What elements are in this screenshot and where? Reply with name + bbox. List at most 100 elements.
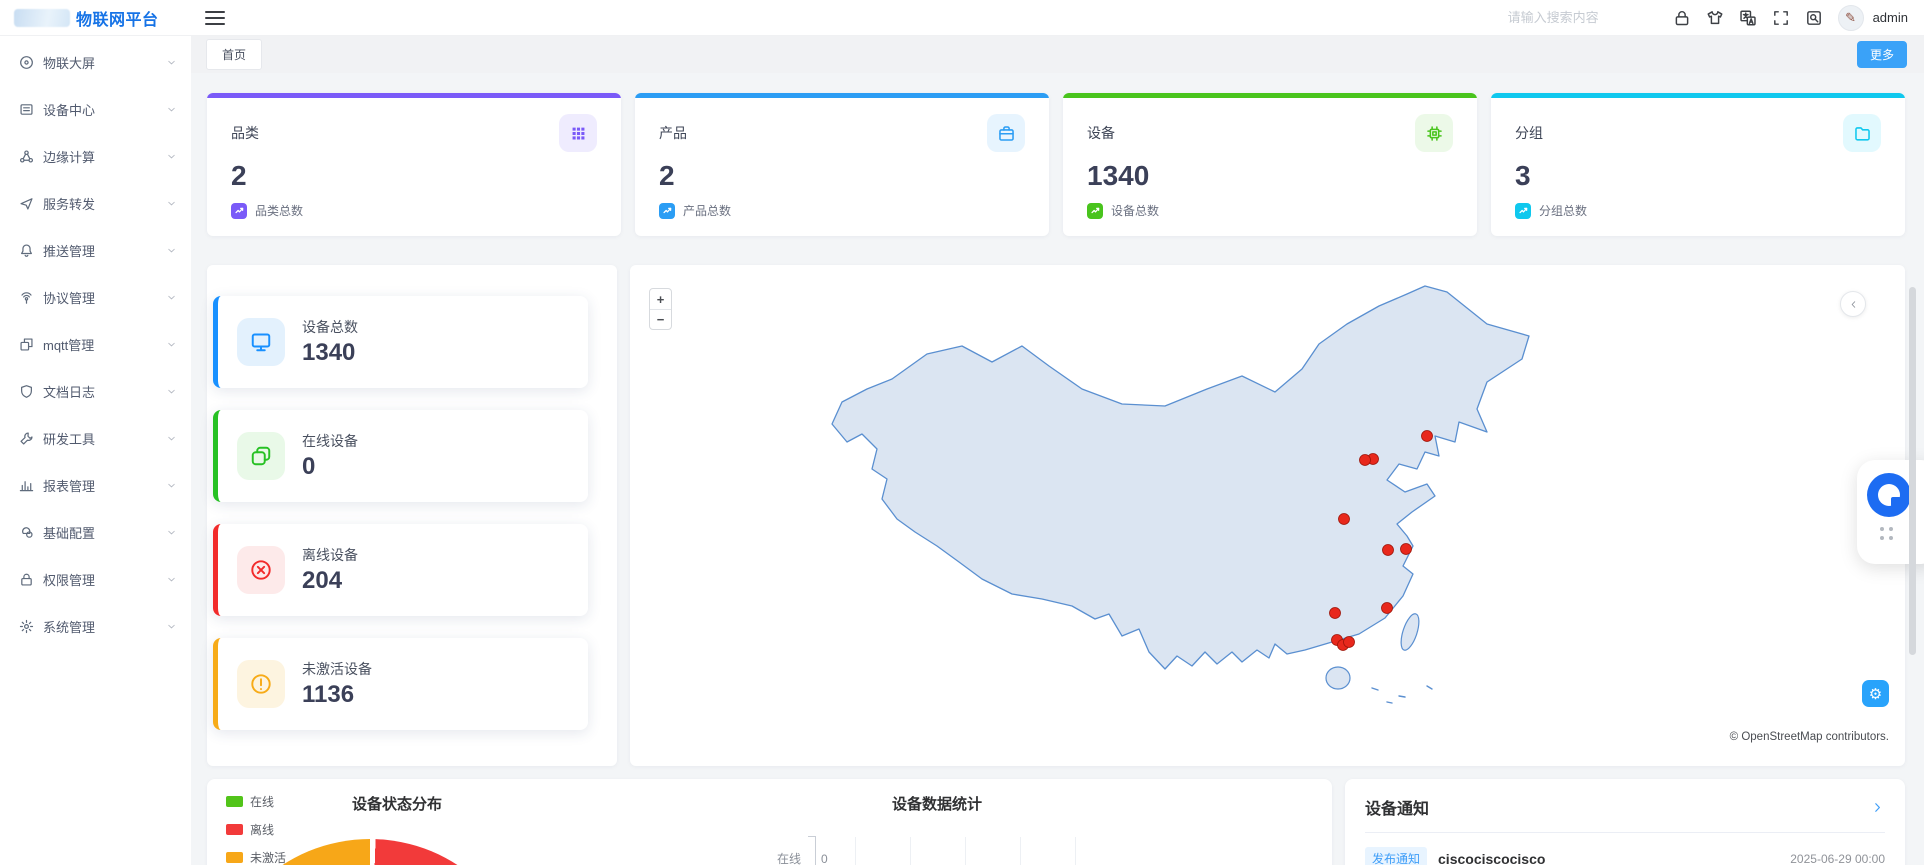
lock-icon[interactable] [1673,9,1691,27]
device-marker[interactable] [1383,545,1394,556]
chevron-down-icon [166,574,177,585]
y-axis-label: 在线 [777,850,801,865]
chevron-down-icon [166,245,177,256]
folder-icon [1853,124,1872,143]
sidebar-item-label: 推送管理 [43,241,95,260]
card-title: 产品 [659,123,687,143]
stat-label: 在线设备 [302,431,358,451]
south-sea-islands [1372,686,1432,703]
theme-icon[interactable] [1706,9,1724,27]
link-icon [237,432,285,480]
card-value: 2 [231,161,597,191]
card-title: 设备 [1087,123,1115,143]
sidebar-item-doclog[interactable]: 文档日志 [0,368,191,415]
sidebar-item-edge[interactable]: 边缘计算 [0,133,191,180]
sidebar-item-device[interactable]: 设备中心 [0,86,191,133]
sidebar-item-protocol[interactable]: 协议管理 [0,274,191,321]
avatar[interactable]: ✎ [1838,5,1864,31]
chevron-down-icon [166,339,177,350]
sidebar-item-push[interactable]: 推送管理 [0,227,191,274]
stat-label: 未激活设备 [302,659,372,679]
sidebar-item-forward[interactable]: 服务转发 [0,180,191,227]
sidebar-item-label: mqtt管理 [43,335,94,354]
device-marker[interactable] [1422,431,1433,442]
sidebar-item-label: 系统管理 [43,617,95,636]
legend-item[interactable]: 未激活 [226,849,286,865]
search-input[interactable] [1508,10,1658,25]
device-marker[interactable] [1360,455,1371,466]
data-chart-title: 设备数据统计 [807,793,1067,814]
device-marker[interactable] [1344,637,1355,648]
summary-card-产品: 产品2产品总数 [635,93,1049,236]
chevron-down-icon [166,621,177,632]
card-value: 3 [1515,161,1881,191]
sidebar-item-label: 文档日志 [43,382,95,401]
sidebar-item-perm[interactable]: 权限管理 [0,556,191,603]
status-chart-title: 设备状态分布 [267,793,527,814]
device-marker[interactable] [1401,544,1412,555]
product-icon [997,124,1016,143]
docs-icon[interactable] [1805,9,1823,27]
sidebar-item-label: 物联大屏 [43,53,95,72]
legend-swatch [226,824,243,835]
screen-icon [19,55,34,70]
sidebar-item-screen[interactable]: 物联大屏 [0,39,191,86]
sidebar-item-mqtt[interactable]: mqtt管理 [0,321,191,368]
fullscreen-icon[interactable] [1772,9,1790,27]
stat-value: 1136 [302,681,372,709]
notice-badge: 发布通知 [1365,847,1427,865]
language-icon[interactable] [1739,9,1757,27]
map-zoom-out-button[interactable]: − [650,309,671,329]
legend-item[interactable]: 离线 [226,821,286,838]
summary-card-品类: 品类2品类总数 [207,93,621,236]
sidebar-item-label: 设备中心 [43,100,95,119]
drag-handle-icon[interactable] [1880,527,1898,543]
card-value: 1340 [1087,161,1453,191]
tab-home[interactable]: 首页 [206,39,262,70]
vertical-scrollbar[interactable] [1909,287,1916,655]
sidebar-item-label: 研发工具 [43,429,95,448]
map-zoom-in-button[interactable]: + [650,289,671,309]
chevron-down-icon [166,433,177,444]
trend-icon [1518,205,1529,216]
summary-card-设备: 设备1340设备总数 [1063,93,1477,236]
sidebar-item-system[interactable]: 系统管理 [0,603,191,650]
doc-icon [19,384,34,399]
sidebar-item-config[interactable]: 基础配置 [0,509,191,556]
sidebar: 物联大屏设备中心边缘计算服务转发推送管理协议管理 mqtt管理文档日志研发工具报表… [0,36,191,865]
device-stat-离线设备: 离线设备204 [213,524,588,616]
edge-icon [19,149,34,164]
chevron-down-icon [166,151,177,162]
legend-label: 离线 [250,821,274,838]
sidebar-item-label: 基础配置 [43,523,95,542]
logo-image [14,9,70,27]
device-marker[interactable] [1382,603,1393,614]
trend-icon [1515,203,1531,219]
notice-card: 设备通知 发布通知ciscociscocisco2025-06-29 00:00 [1345,779,1905,865]
sidebar-item-report[interactable]: 报表管理 [0,462,191,509]
tool-icon [19,431,34,446]
chevron-right-icon[interactable] [1870,800,1885,815]
monitor-icon [237,318,285,366]
collapse-panel-button[interactable] [1840,291,1866,317]
chevron-down-icon [166,57,177,68]
more-button[interactable]: 更多 [1857,41,1907,68]
sidebar-item-devtool[interactable]: 研发工具 [0,415,191,462]
device-marker[interactable] [1330,608,1341,619]
chevron-down-icon [166,386,177,397]
hamburger-menu-icon[interactable] [205,11,225,25]
card-footer-label: 品类总数 [255,202,303,219]
browser-assistant-icon[interactable] [1867,473,1911,517]
map-settings-button[interactable]: ⚙ [1862,680,1889,707]
china-map[interactable] [787,284,1539,704]
alert-icon [237,660,285,708]
sidebar-item-label: 服务转发 [43,194,95,213]
device-stat-在线设备: 在线设备0 [213,410,588,502]
tab-strip: 首页 更多 [191,36,1924,73]
trend-icon [1087,203,1103,219]
notice-text: ciscociscocisco [1438,851,1545,865]
notice-row[interactable]: 发布通知ciscociscocisco2025-06-29 00:00 [1365,847,1885,865]
device-marker[interactable] [1339,514,1350,525]
main-area: 首页 更多 品类2品类总数产品2产品总数设备1340设备总数分组3分组总数 设备… [191,36,1924,865]
sidebar-item-label: 报表管理 [43,476,95,495]
